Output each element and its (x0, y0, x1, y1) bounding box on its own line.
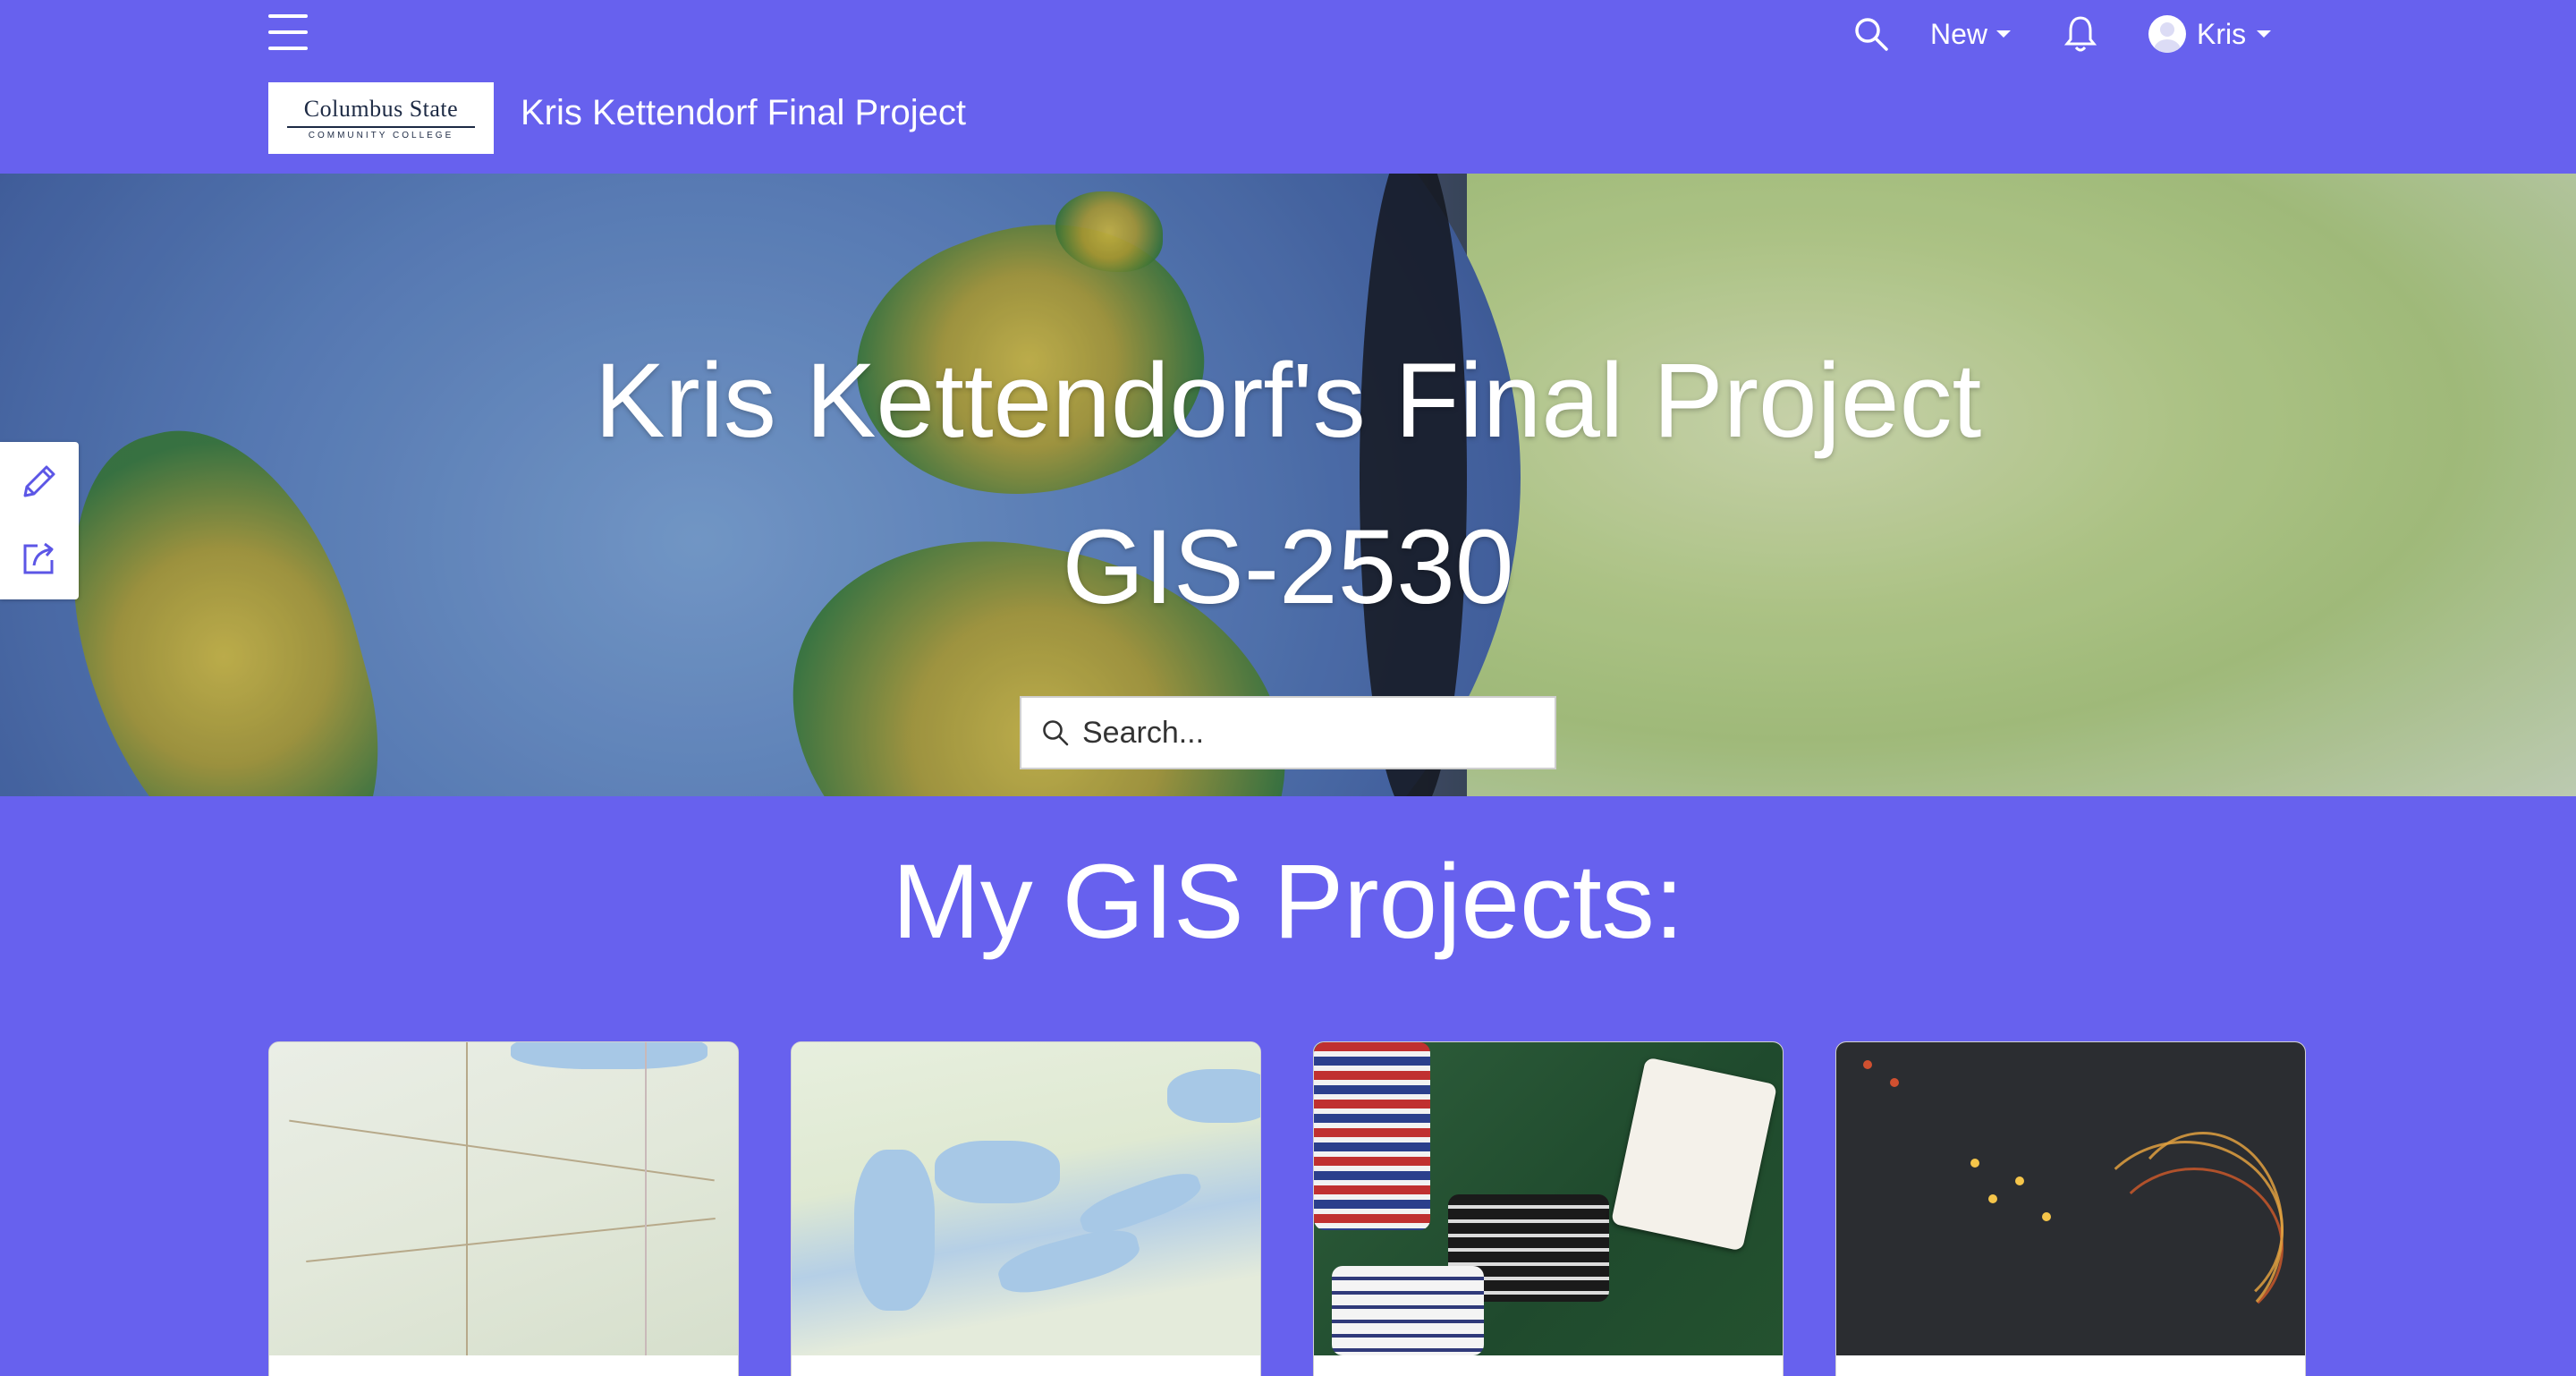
new-label: New (1930, 17, 1988, 50)
site-title-link[interactable]: Kris Kettendorf Final Project (521, 93, 966, 133)
projects-heading: My GIS Projects: (892, 843, 1684, 961)
college-logo[interactable]: Columbus State COMMUNITY COLLEGE (268, 82, 494, 154)
hero-search-box[interactable] (1020, 696, 1556, 769)
share-icon[interactable] (18, 537, 61, 580)
hero-banner: Kris Kettendorf's Final Project GIS-2530 (0, 174, 2576, 796)
chevron-down-icon (2257, 30, 2272, 38)
logo-divider (287, 126, 475, 128)
pencil-icon[interactable] (18, 460, 61, 503)
search-input[interactable] (1082, 715, 1547, 751)
logo-text: Columbus State (303, 96, 459, 122)
bell-icon[interactable] (2063, 14, 2098, 54)
hurricane-tracks-map-thumbnail (1836, 1042, 2305, 1355)
new-dropdown[interactable]: New (1930, 13, 2012, 55)
hamburger-menu-icon[interactable] (268, 14, 308, 50)
project-card[interactable] (791, 1041, 1261, 1376)
search-icon[interactable] (1853, 16, 1889, 52)
project-card[interactable] (268, 1041, 739, 1376)
user-name: Kris (2197, 17, 2247, 50)
great-lakes-map-thumbnail (792, 1042, 1260, 1355)
project-card[interactable] (1313, 1041, 1784, 1376)
hero-title: Kris Kettendorf's Final Project (594, 342, 1982, 460)
chevron-down-icon (1996, 30, 2012, 38)
casino-chips-thumbnail (1314, 1042, 1783, 1355)
top-navigation-bar: New Kris Columbus State COMMUNITY COLLEG… (0, 0, 2576, 174)
search-icon (1043, 720, 1069, 746)
avatar (2148, 15, 2186, 53)
project-card[interactable] (1835, 1041, 2306, 1376)
user-menu[interactable]: Kris (2148, 13, 2272, 55)
logo-subtext: COMMUNITY COLLEGE (308, 131, 454, 140)
side-toolbar (0, 442, 79, 599)
hero-subtitle: GIS-2530 (1062, 508, 1514, 626)
ohio-road-map-thumbnail (269, 1042, 738, 1355)
